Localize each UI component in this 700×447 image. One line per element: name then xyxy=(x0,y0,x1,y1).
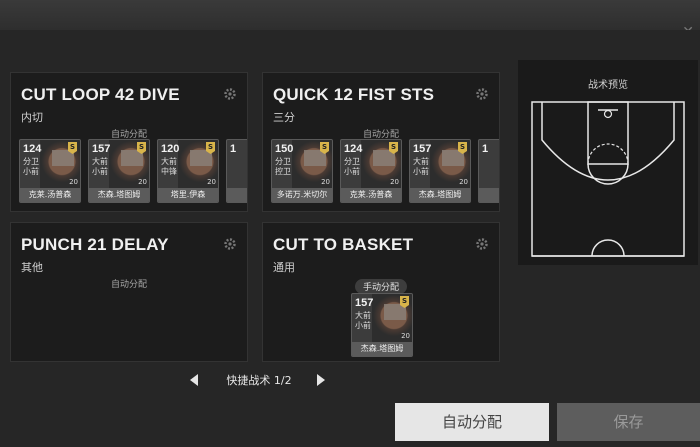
tactic-card[interactable]: CUT LOOP 42 DIVE 内切 自动分配 124 分卫 小前 S 20 … xyxy=(10,72,248,212)
player-position: 大前 小前 xyxy=(92,157,108,176)
pager-label: 快捷战术 1/2 xyxy=(226,374,292,387)
tactic-card[interactable]: CUT TO BASKET 通用 手动分配 157 大前 小前 S 20 杰森.… xyxy=(262,222,500,362)
player-rating: 157 xyxy=(92,143,111,155)
player-card[interactable]: 124 分卫 小前 S 20 克莱.汤普森 xyxy=(340,139,402,203)
player-slots: 150 分卫 控卫 S 20 多诺万.米切尔 124 分卫 小前 S 20 克莱… xyxy=(271,139,499,205)
player-card[interactable]: 1 xyxy=(478,139,499,203)
tactic-pager: 快捷战术 1/2 xyxy=(190,372,325,388)
tactic-preview-panel: 战术预览 xyxy=(518,60,698,265)
player-slots: 124 分卫 小前 S 20 克莱.汤普森 157 大前 小前 S 20 杰森.… xyxy=(19,139,247,205)
player-rating: 124 xyxy=(23,143,42,155)
player-level: 20 xyxy=(401,332,410,340)
player-card[interactable]: 120 大前 中锋 S 20 塔里.伊森 xyxy=(157,139,219,203)
prev-page-icon[interactable] xyxy=(190,374,198,386)
player-slots: 157 大前 小前 S 20 杰森.塔图姆 xyxy=(351,293,421,359)
top-bar xyxy=(0,0,700,30)
next-page-icon[interactable] xyxy=(317,374,325,386)
tactic-category: 三分 xyxy=(273,111,295,124)
player-name xyxy=(479,188,499,202)
player-level: 20 xyxy=(207,178,216,186)
player-name: 杰森.塔图姆 xyxy=(89,188,149,202)
tactic-card[interactable]: QUICK 12 FIST STS 三分 自动分配 150 分卫 控卫 S 20… xyxy=(262,72,500,212)
tactic-card[interactable]: PUNCH 21 DELAY 其他 自动分配 xyxy=(10,222,248,362)
gear-icon[interactable] xyxy=(223,87,237,101)
tactic-title: CUT TO BASKET xyxy=(273,235,414,254)
player-name: 杰森.塔图姆 xyxy=(352,342,412,356)
tactic-category: 内切 xyxy=(21,111,43,124)
player-card[interactable]: 124 分卫 小前 S 20 克莱.汤普森 xyxy=(19,139,81,203)
player-card[interactable]: 157 大前 小前 S 20 杰森.塔图姆 xyxy=(88,139,150,203)
tactic-title: QUICK 12 FIST STS xyxy=(273,85,435,104)
player-rating: 120 xyxy=(161,143,180,155)
auto-assign-button[interactable]: 自动分配 xyxy=(395,403,549,441)
player-position: 分卫 小前 xyxy=(23,157,39,176)
player-card[interactable]: 1 xyxy=(226,139,247,203)
assign-mode-label: 自动分配 xyxy=(110,280,147,290)
player-name: 塔里.伊森 xyxy=(158,188,218,202)
player-name xyxy=(227,188,247,202)
player-position: 大前 中锋 xyxy=(161,157,177,176)
assign-mode-label: 手动分配 xyxy=(354,279,408,294)
player-level: 20 xyxy=(321,178,330,186)
gear-icon[interactable] xyxy=(223,237,237,251)
player-rating: 1 xyxy=(230,143,237,155)
player-level: 20 xyxy=(138,178,147,186)
preview-title: 战术预览 xyxy=(588,80,628,91)
player-level: 20 xyxy=(459,178,468,186)
tactic-title: PUNCH 21 DELAY xyxy=(21,235,169,254)
save-button[interactable]: 保存 xyxy=(557,403,700,441)
player-position: 大前 小前 xyxy=(355,311,371,330)
player-level: 20 xyxy=(69,178,78,186)
court-diagram xyxy=(531,101,685,257)
player-position: 大前 小前 xyxy=(413,157,429,176)
player-rating: 157 xyxy=(355,297,374,309)
player-rating: 124 xyxy=(344,143,363,155)
gear-icon[interactable] xyxy=(475,237,489,251)
tactic-category: 其他 xyxy=(21,261,43,274)
gear-icon[interactable] xyxy=(475,87,489,101)
player-name: 克莱.汤普森 xyxy=(20,188,80,202)
player-rating: 150 xyxy=(275,143,294,155)
player-name: 杰森.塔图姆 xyxy=(410,188,470,202)
player-card[interactable]: 150 分卫 控卫 S 20 多诺万.米切尔 xyxy=(271,139,333,203)
player-rating: 157 xyxy=(413,143,432,155)
player-level: 20 xyxy=(390,178,399,186)
player-name: 克莱.汤普森 xyxy=(341,188,401,202)
tactic-category: 通用 xyxy=(273,261,295,274)
player-card[interactable]: 157 大前 小前 S 20 杰森.塔图姆 xyxy=(351,293,413,357)
player-position: 分卫 控卫 xyxy=(275,157,291,176)
tactic-title: CUT LOOP 42 DIVE xyxy=(21,85,180,104)
player-card[interactable]: 157 大前 小前 S 20 杰森.塔图姆 xyxy=(409,139,471,203)
player-position: 分卫 小前 xyxy=(344,157,360,176)
player-rating: 1 xyxy=(482,143,489,155)
player-name: 多诺万.米切尔 xyxy=(272,188,332,202)
